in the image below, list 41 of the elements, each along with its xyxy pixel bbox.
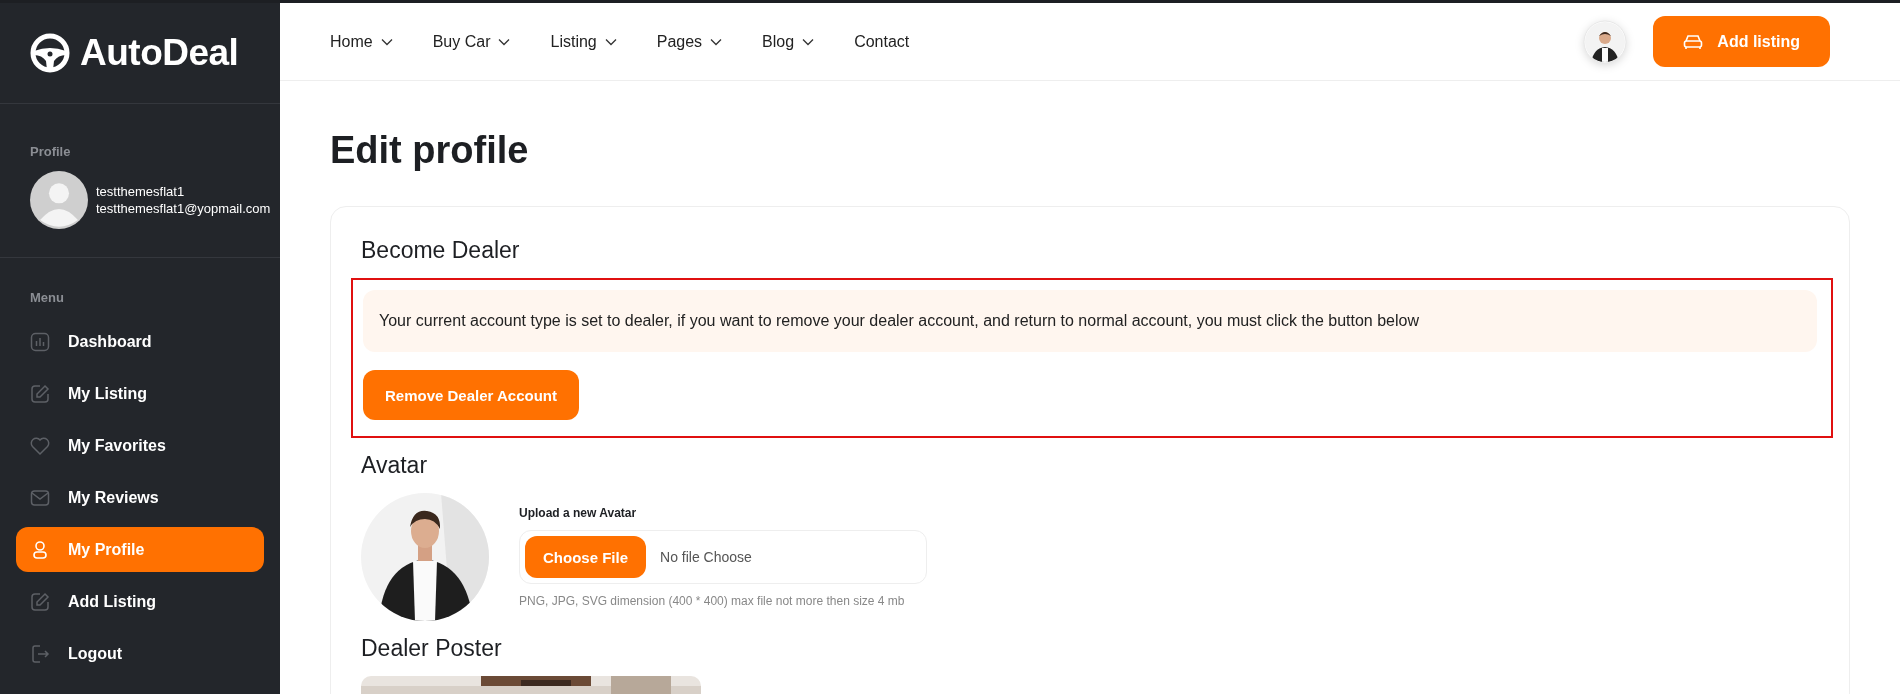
sidebar-item[interactable]: My Favorites — [16, 423, 264, 468]
chevron-down-icon — [802, 37, 815, 46]
sidebar-item[interactable]: My Listing — [16, 371, 264, 416]
sidebar-item[interactable]: Add Listing — [16, 579, 264, 624]
nav-link[interactable]: Listing — [550, 32, 617, 51]
sidebar-item[interactable]: Logout — [16, 631, 264, 676]
nav-link[interactable]: Contact — [854, 32, 910, 51]
brand-name[interactable]: AutoDeal — [80, 32, 239, 74]
section-label: Profile — [30, 144, 72, 159]
car-icon — [1683, 33, 1704, 50]
avatar-icon — [30, 171, 88, 229]
user-icon — [30, 539, 50, 560]
section-heading: Become Dealer — [361, 237, 521, 264]
section-heading: Avatar — [361, 452, 429, 479]
chevron-down-icon — [380, 37, 393, 46]
section-heading: Dealer Poster — [361, 635, 503, 662]
nav-link[interactable]: Blog — [762, 32, 815, 51]
file-input-field[interactable]: Choose File No file Choose — [519, 530, 927, 584]
edit-icon — [30, 383, 50, 404]
edit-icon — [30, 591, 50, 612]
sidebar-item[interactable]: Dashboard — [16, 319, 264, 364]
hint-text: PNG, JPG, SVG dimension (400 * 400) max file not more then size 4 mb — [519, 594, 906, 608]
nav-link[interactable]: Pages — [656, 32, 723, 51]
sidebar-item[interactable]: My Reviews — [16, 475, 264, 520]
page-title: Edit profile — [330, 129, 530, 172]
chevron-down-icon — [604, 37, 617, 46]
nav-link[interactable]: Home — [330, 32, 393, 51]
chevron-down-icon — [710, 37, 723, 46]
section-label: Menu — [29, 289, 65, 307]
chart-icon — [30, 331, 50, 352]
steering-wheel-icon — [30, 33, 70, 73]
user-name: testthemesflat1 — [96, 184, 186, 199]
notice-message: Your current account type is set to dealer, if you want to remove your dealer account, and return to normal account, you must click the button below — [363, 290, 1817, 352]
user-email: testthemesflat1@yopmail.com — [96, 201, 271, 216]
logout-icon — [30, 643, 50, 664]
nav-link[interactable]: Buy Car — [432, 32, 511, 51]
chevron-down-icon — [498, 37, 511, 46]
heart-icon — [30, 435, 50, 456]
field-label: Upload a new Avatar — [519, 506, 638, 520]
mail-icon — [30, 487, 50, 508]
file-status: No file Choose — [660, 549, 752, 565]
